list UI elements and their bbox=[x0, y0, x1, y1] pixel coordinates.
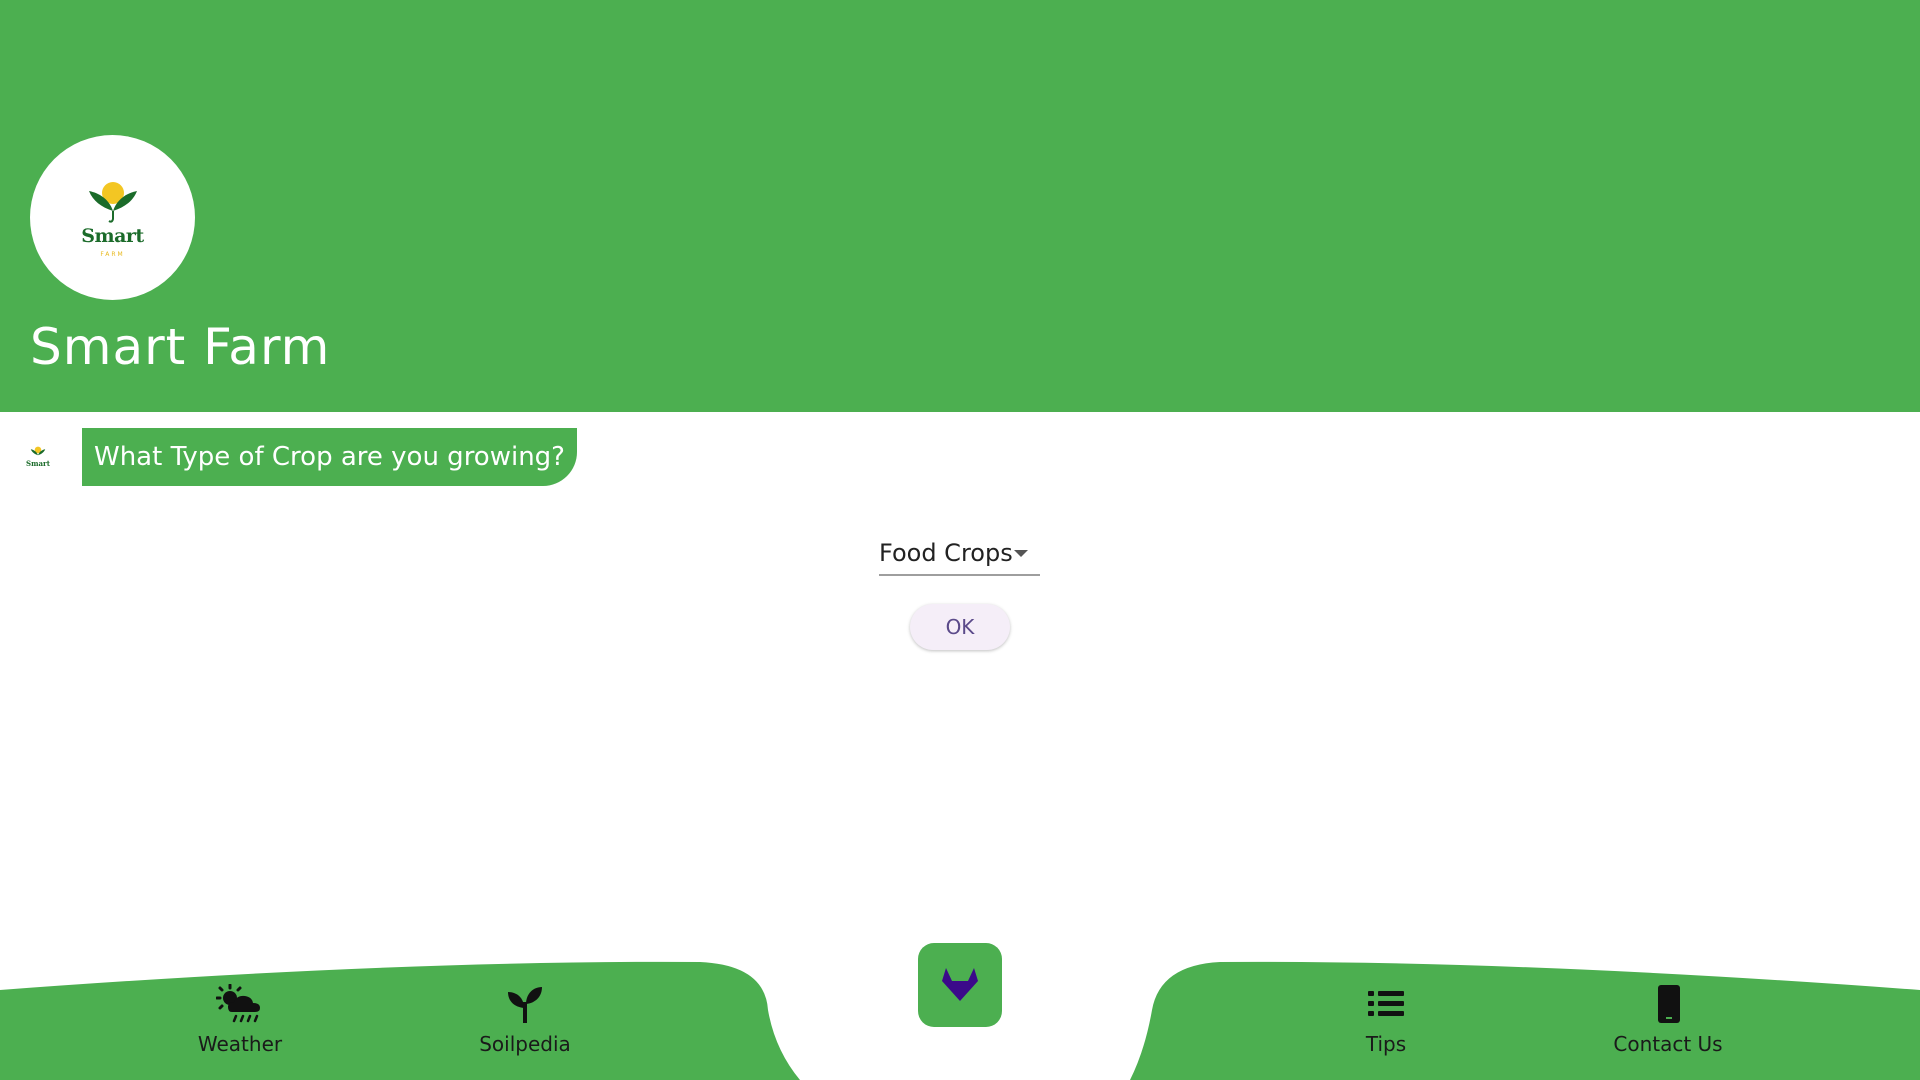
chat-question-text: What Type of Crop are you growing? bbox=[94, 442, 565, 472]
sprout-icon bbox=[508, 987, 542, 1023]
app-title: Smart Farm bbox=[30, 318, 331, 376]
logo-subtitle: FARM bbox=[100, 251, 125, 258]
caret-down-icon bbox=[1014, 549, 1028, 557]
leaf-logo-icon bbox=[88, 182, 137, 223]
leaf-logo-icon bbox=[30, 446, 46, 455]
crop-type-dropdown[interactable]: Food Crops bbox=[879, 532, 1040, 576]
phone-icon bbox=[1658, 985, 1680, 1023]
nav-tips-label: Tips bbox=[1365, 1032, 1407, 1056]
nav-weather-label: Weather bbox=[197, 1032, 283, 1056]
center-fab-button[interactable] bbox=[918, 943, 1002, 1027]
app-header: Smart FARM Smart Farm bbox=[0, 0, 1920, 412]
crop-type-value: Food Crops bbox=[879, 539, 1013, 567]
avatar-logo-word: Smart bbox=[26, 458, 50, 468]
nav-soilpedia[interactable]: Soilpedia bbox=[445, 984, 605, 1064]
ok-button[interactable]: OK bbox=[910, 604, 1010, 650]
nav-tips[interactable]: Tips bbox=[1306, 984, 1466, 1064]
nav-soilpedia-label: Soilpedia bbox=[479, 1032, 571, 1056]
app-logo: Smart FARM bbox=[30, 135, 195, 300]
nav-weather[interactable]: Weather bbox=[160, 984, 320, 1064]
nav-contact[interactable]: Contact Us bbox=[1588, 984, 1748, 1064]
bot-avatar: Smart bbox=[18, 428, 58, 484]
nav-contact-label: Contact Us bbox=[1613, 1032, 1723, 1056]
list-icon bbox=[1368, 991, 1404, 1016]
weather-icon bbox=[216, 984, 260, 1023]
chat-question-bubble: What Type of Crop are you growing? bbox=[82, 428, 577, 486]
gitlab-icon bbox=[942, 968, 978, 1001]
logo-word: Smart bbox=[81, 225, 144, 247]
